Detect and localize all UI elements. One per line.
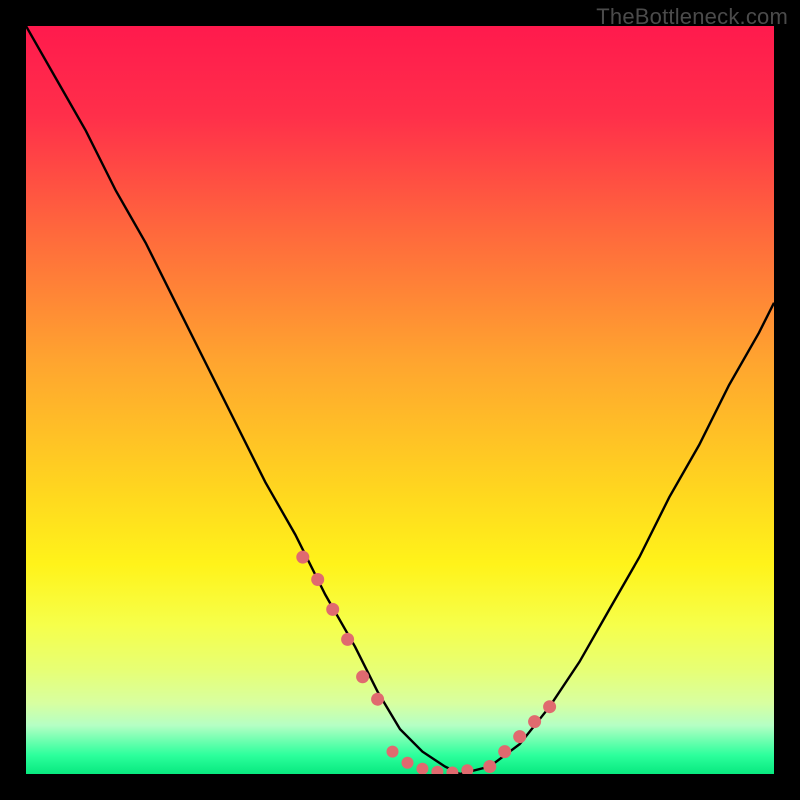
highlight-dot — [311, 573, 324, 586]
bottleneck-curve — [26, 26, 774, 774]
highlight-dot — [431, 766, 443, 774]
chart-frame — [26, 26, 774, 774]
curve-layer — [26, 26, 774, 774]
highlight-dot — [371, 693, 384, 706]
highlight-dot — [326, 603, 339, 616]
highlight-dot — [416, 763, 428, 774]
highlight-dot — [498, 745, 511, 758]
highlight-dot — [387, 746, 399, 758]
highlight-dot — [296, 551, 309, 564]
highlight-dot — [341, 633, 354, 646]
watermark-text: TheBottleneck.com — [596, 4, 788, 30]
highlight-dot — [528, 715, 541, 728]
highlight-dot — [402, 757, 414, 769]
highlight-dot — [483, 760, 496, 773]
highlight-dot — [461, 764, 473, 774]
highlight-dot — [356, 670, 369, 683]
highlight-dot — [513, 730, 526, 743]
highlight-dot — [543, 700, 556, 713]
highlight-dots — [296, 551, 556, 774]
